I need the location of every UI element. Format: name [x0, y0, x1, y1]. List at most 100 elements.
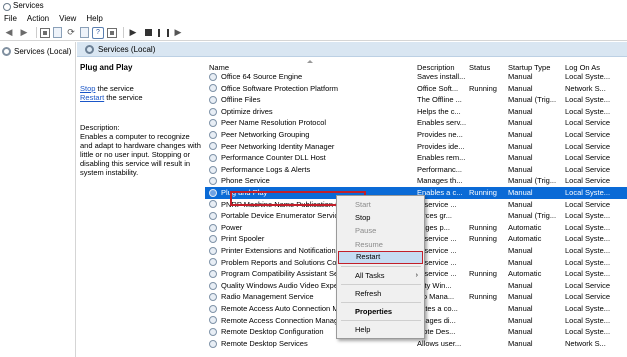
service-row[interactable]: Office Software Protection Platform Offic…	[205, 83, 627, 95]
service-startup-type: Manual	[508, 72, 533, 81]
stop-service-icon[interactable]	[142, 27, 154, 39]
service-name: Peer Name Resolution Protocol	[221, 118, 327, 128]
services-header-bar: Services (Local)	[77, 42, 627, 57]
stop-service-link[interactable]: Stop	[80, 84, 95, 93]
service-row[interactable]: Peer Networking Identity Manager Provides…	[205, 141, 627, 153]
service-description: Manages th...	[417, 176, 463, 186]
service-log-on-as: Local Service	[565, 130, 611, 139]
context-menu-start[interactable]: Start	[338, 198, 423, 211]
service-name: Program Compatibility Assistant Service	[221, 269, 354, 279]
service-log-on-as: Local Syste...	[565, 106, 611, 116]
help-icon[interactable]: ?	[92, 26, 104, 39]
service-row[interactable]: Office 64 Source Engine Saves install... M…	[205, 71, 627, 83]
refresh-icon[interactable]: ⟳	[65, 27, 77, 39]
description-label: Description:	[80, 123, 120, 132]
details-view-icon[interactable]	[107, 27, 117, 38]
service-description: Enables rem...	[417, 153, 466, 163]
service-startup-type: Manual	[508, 130, 533, 139]
toolbar-separator	[36, 27, 37, 38]
gear-icon	[209, 339, 217, 348]
gear-icon	[209, 95, 217, 104]
context-menu-refresh[interactable]: Refresh	[338, 287, 423, 300]
service-startup-type: Manual	[508, 280, 533, 290]
service-log-on-as: Local Syste...	[565, 246, 611, 255]
service-status	[469, 210, 507, 222]
service-row[interactable]: Peer Networking Grouping Provides ne... Ma…	[205, 129, 627, 141]
forward-arrow-icon[interactable]: ▶	[18, 27, 30, 39]
service-row[interactable]: Offline Files The Offline ... Manual (Trig…	[205, 94, 627, 106]
context-menu-properties[interactable]: Properties	[338, 305, 423, 318]
context-menu-separator	[341, 302, 421, 303]
export-list-icon[interactable]	[80, 27, 89, 38]
stop-link-line: Stop the service	[80, 84, 202, 93]
service-startup-type: Manual	[508, 292, 533, 302]
menu-help[interactable]: Help	[86, 14, 102, 23]
service-log-on-as: Local Service	[565, 292, 611, 302]
service-description: Saves install...	[417, 72, 466, 81]
service-name-cell: Office Software Protection Platform	[209, 83, 414, 95]
service-row[interactable]: Performance Logs & Alerts Performanc... Ma…	[205, 164, 627, 176]
menu-action[interactable]: Action	[27, 14, 49, 23]
gear-icon	[209, 258, 217, 267]
service-log-on-as: Local Syste...	[565, 315, 611, 325]
service-name-cell: Peer Networking Identity Manager	[209, 141, 414, 153]
tree-item-label: Services (Local)	[14, 46, 72, 56]
menu-view[interactable]: View	[59, 14, 76, 23]
context-menu-restart[interactable]: Restart	[338, 251, 423, 264]
context-menu-all-tasks[interactable]: All Tasks ›	[338, 269, 423, 282]
start-service-icon[interactable]: ▶	[127, 27, 139, 39]
gear-icon	[209, 211, 217, 220]
tree-item-services-local[interactable]: Services (Local)	[2, 45, 71, 57]
service-status	[469, 245, 507, 257]
service-row[interactable]: Phone Service Manages th... Manual (Trig..…	[205, 175, 627, 187]
stop-link-suffix: the service	[95, 84, 134, 93]
service-log-on-as: Local Syste...	[565, 257, 611, 267]
gear-icon	[209, 72, 217, 81]
service-row[interactable]: Optimize drives Helps the c... Manual Local…	[205, 106, 627, 118]
service-log-on-as: Local Service	[565, 141, 611, 151]
service-name-cell: Offline Files	[209, 94, 414, 106]
extended-description-pane: Plug and Play Stop the service Restart t…	[77, 57, 205, 357]
service-startup-type: Manual	[508, 118, 533, 128]
context-menu-resume[interactable]: Resume	[338, 238, 423, 251]
service-log-on-as: Local Service	[565, 176, 611, 186]
toolbar-separator	[123, 27, 124, 38]
window-title: Services	[13, 1, 44, 10]
context-menu-pause[interactable]: Pause	[338, 224, 423, 237]
back-arrow-icon[interactable]: ◀	[3, 27, 15, 39]
service-name: Radio Management Service	[221, 292, 314, 302]
service-startup-type: Manual	[508, 304, 533, 313]
restart-link-suffix: the service	[104, 93, 143, 102]
gear-icon	[209, 304, 217, 313]
service-log-on-as: Local Service	[565, 153, 611, 163]
properties-sheet-icon[interactable]	[53, 27, 62, 38]
service-row[interactable]: Remote Desktop Services Allows user... Man…	[205, 338, 627, 350]
context-menu-separator	[341, 266, 421, 267]
service-row[interactable]: Performance Counter DLL Host Enables rem.…	[205, 152, 627, 164]
service-status	[469, 164, 507, 176]
service-status: Running	[469, 222, 497, 232]
service-startup-type: Manual (Trig...	[508, 176, 557, 186]
gear-icon	[209, 130, 217, 139]
service-status	[469, 326, 507, 338]
gear-icon	[209, 281, 217, 290]
pause-service-icon[interactable]	[157, 27, 169, 39]
service-row[interactable]: Peer Name Resolution Protocol Enables ser…	[205, 117, 627, 129]
service-status	[469, 175, 507, 187]
context-menu-stop[interactable]: Stop	[338, 211, 423, 224]
service-status	[469, 152, 507, 164]
service-startup-type: Manual	[508, 164, 533, 174]
service-status	[469, 315, 507, 327]
show-hide-console-tree-icon[interactable]	[40, 27, 50, 38]
service-log-on-as: Local Syste...	[565, 304, 611, 313]
restart-service-link[interactable]: Restart	[80, 93, 104, 102]
context-menu-help[interactable]: Help	[338, 323, 423, 336]
service-name: Print Spooler	[221, 234, 265, 244]
gear-icon	[2, 46, 11, 56]
restart-service-icon[interactable]: ▶	[172, 27, 184, 39]
gear-icon	[209, 235, 217, 244]
gear-icon	[209, 165, 217, 174]
service-status	[469, 94, 507, 106]
service-log-on-as: Local Syste...	[565, 72, 611, 81]
menu-file[interactable]: File	[4, 14, 17, 23]
